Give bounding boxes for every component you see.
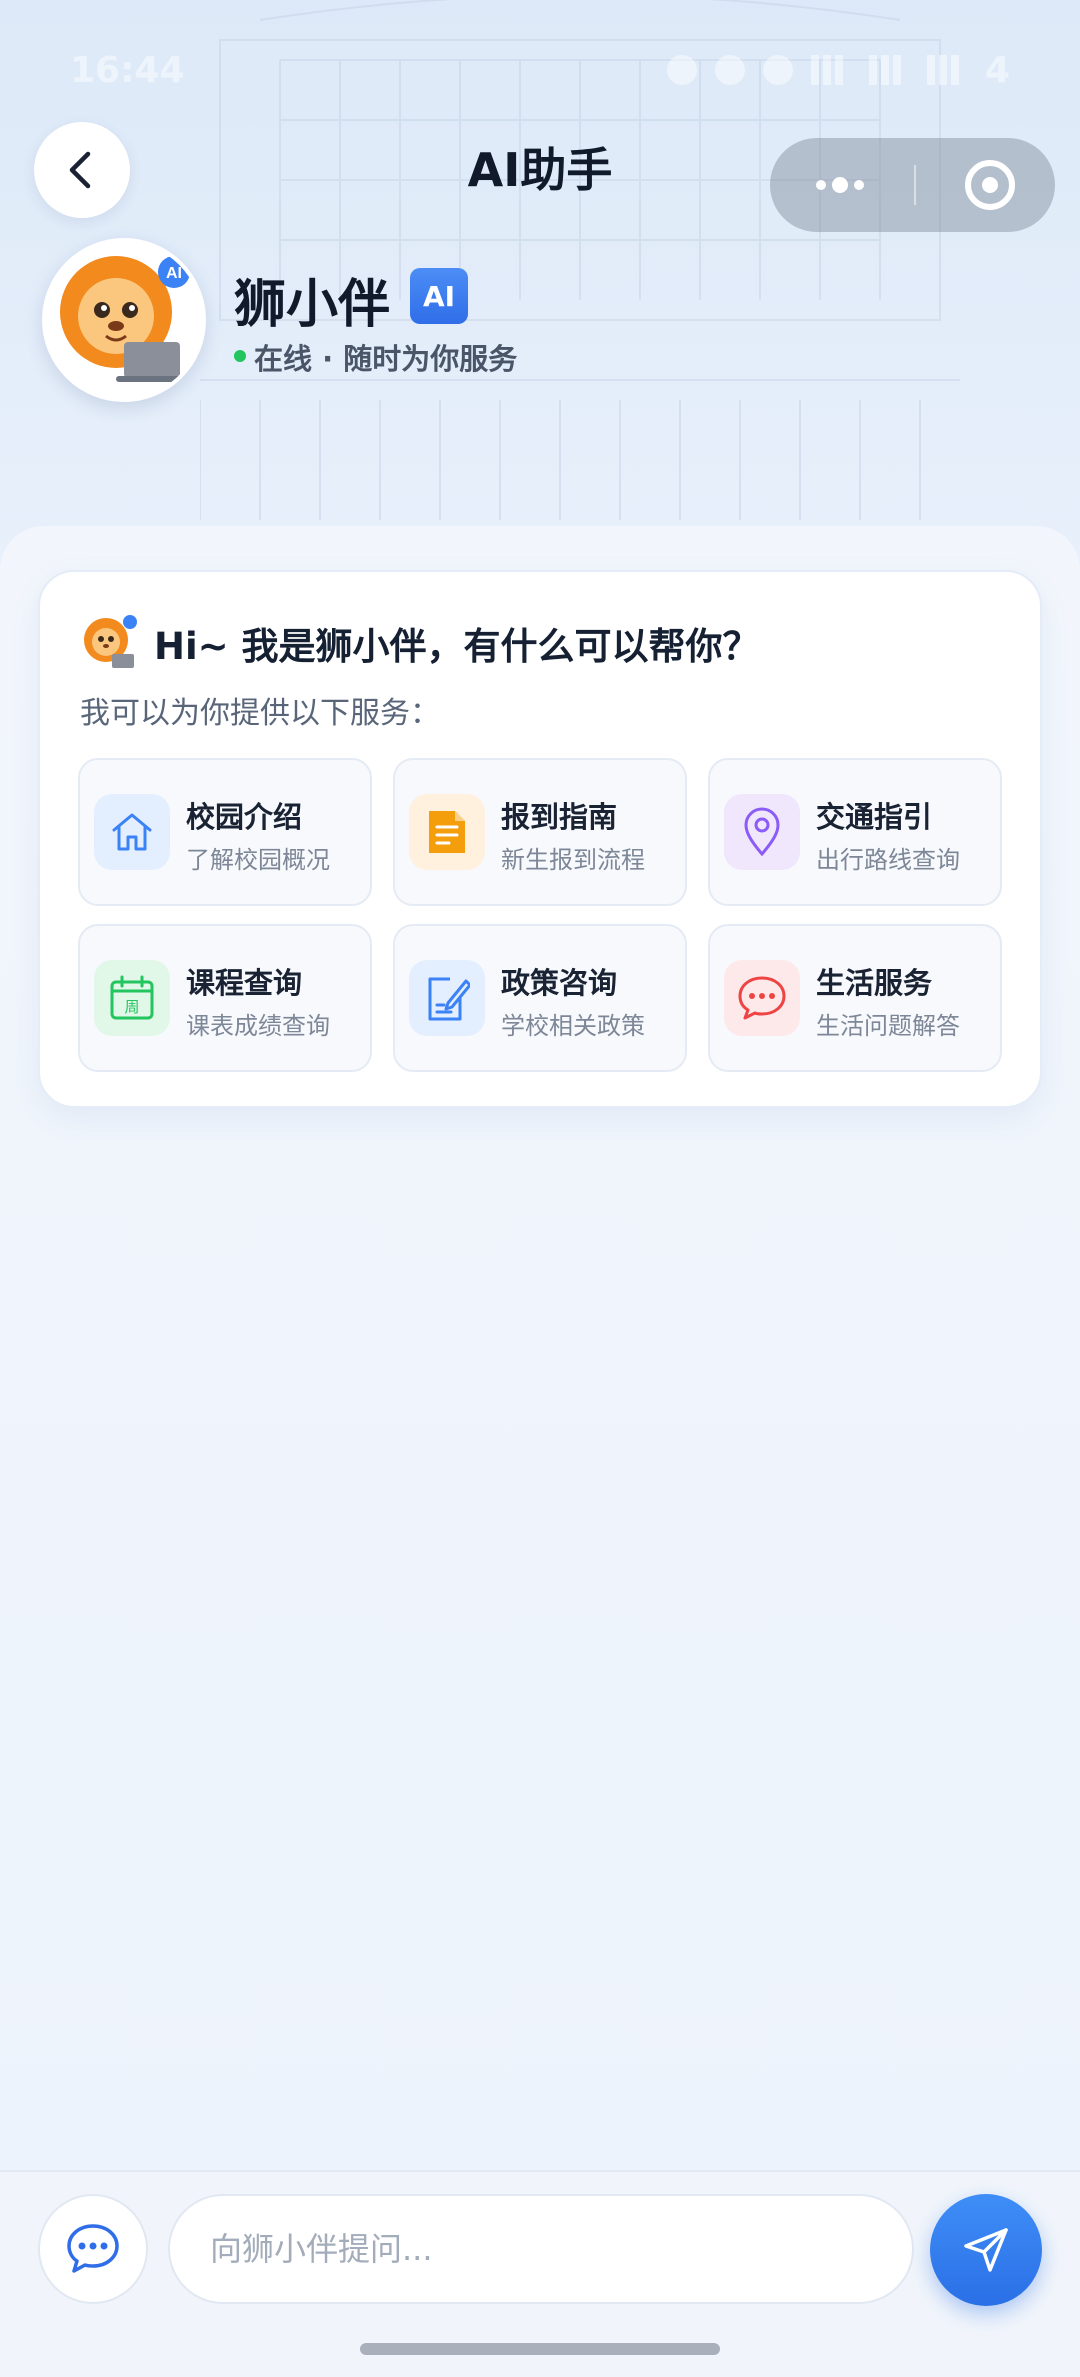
edit-document-icon <box>409 960 485 1036</box>
ai-badge: AI <box>410 268 468 324</box>
bot-name: 狮小伴 <box>234 275 391 335</box>
mini-program-capsule <box>770 138 1055 232</box>
message-input[interactable] <box>168 2194 914 2304</box>
location-pin-icon <box>724 794 800 870</box>
online-status: 在线 · 随时为你服务 <box>254 342 518 376</box>
service-desc: 出行路线查询 <box>816 846 960 874</box>
service-course-query[interactable]: 周 课程查询 课表成绩查询 <box>78 924 372 1072</box>
service-title: 生活服务 <box>816 966 933 1000</box>
service-registration-guide[interactable]: 报到指南 新生报到流程 <box>393 758 687 906</box>
send-button[interactable] <box>930 2194 1042 2306</box>
service-transport-guide[interactable]: 交通指引 出行路线查询 <box>708 758 1002 906</box>
wifi-icon <box>810 55 851 85</box>
service-title: 课程查询 <box>186 966 303 1000</box>
service-desc: 新生报到流程 <box>501 846 645 874</box>
back-button[interactable] <box>34 122 130 218</box>
calendar-week-label: 周 <box>124 998 139 1016</box>
welcome-card: Hi~ 我是狮小伴，有什么可以帮你？ 我可以为你提供以下服务： 校园介绍 了解校… <box>38 570 1042 1108</box>
lion-mascot-small-icon <box>84 615 137 668</box>
more-options-button[interactable] <box>816 177 864 193</box>
home-icon <box>94 794 170 870</box>
document-icon <box>409 794 485 870</box>
bluetooth-icon <box>714 55 745 85</box>
home-indicator <box>360 2343 720 2355</box>
send-icon <box>964 2228 1008 2272</box>
service-desc: 学校相关政策 <box>501 1012 645 1040</box>
service-title: 校园介绍 <box>186 800 303 834</box>
online-indicator <box>234 350 246 362</box>
service-life-services[interactable]: 生活服务 生活问题解答 <box>708 924 1002 1072</box>
battery-level: 4 <box>984 49 1010 91</box>
service-title: 政策咨询 <box>501 966 618 1000</box>
chat-bubble-icon <box>724 960 800 1036</box>
status-icons: 4 <box>666 49 1010 91</box>
signal-icon <box>868 55 909 85</box>
service-title: 交通指引 <box>816 800 933 834</box>
signal-icon-2 <box>926 55 967 85</box>
status-time: 16:44 <box>70 49 185 91</box>
service-campus-intro[interactable]: 校园介绍 了解校园概况 <box>78 758 372 906</box>
service-desc: 了解校园概况 <box>186 846 330 874</box>
notification-icon <box>666 55 697 85</box>
calendar-icon: 周 <box>94 960 170 1036</box>
bot-avatar: AI <box>42 238 206 402</box>
status-bar: 16:44 4 <box>0 40 1080 100</box>
capsule-divider <box>913 165 916 205</box>
welcome-title: Hi~ 我是狮小伴，有什么可以帮你？ <box>154 625 760 668</box>
page-title: AI助手 <box>467 143 613 197</box>
lion-mascot-icon: AI <box>60 256 190 382</box>
service-policy-consult[interactable]: 政策咨询 学校相关政策 <box>393 924 687 1072</box>
service-desc: 课表成绩查询 <box>186 1012 330 1040</box>
chevron-left-icon <box>69 151 91 189</box>
close-mini-program-button[interactable] <box>965 160 1015 210</box>
avatar-ai-badge: AI <box>166 265 182 282</box>
service-title: 报到指南 <box>501 800 618 834</box>
service-desc: 生活问题解答 <box>816 1012 960 1040</box>
chat-history-button[interactable] <box>38 2194 148 2304</box>
location-icon <box>762 55 793 85</box>
chat-bubble-icon <box>67 2224 119 2273</box>
welcome-subtitle: 我可以为你提供以下服务： <box>80 696 440 731</box>
